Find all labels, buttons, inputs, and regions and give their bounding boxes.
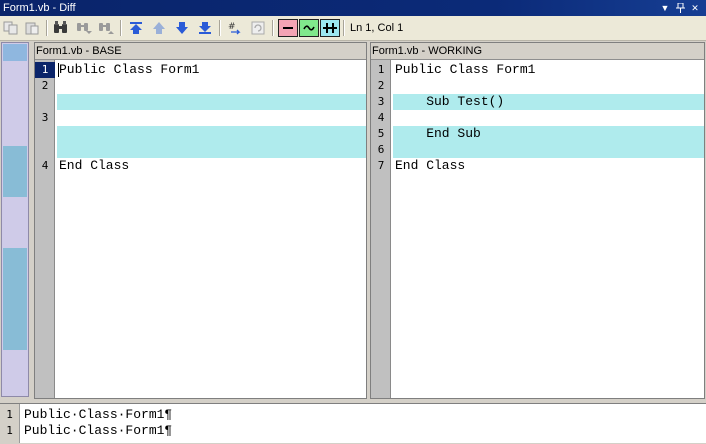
code-line[interactable]: Public Class Form1 [59, 62, 199, 78]
toolbar-separator [120, 20, 122, 36]
show-deleted-icon [283, 27, 293, 29]
code-line[interactable]: Sub Test() [395, 94, 504, 110]
code-line[interactable]: End Class [59, 158, 129, 174]
window-titlebar: Form1.vb - Diff ▼ ✕ [0, 0, 706, 16]
line-number: 7 [377, 159, 385, 172]
window-menu-icon[interactable]: ▼ [658, 0, 672, 16]
line-number: 4 [377, 111, 385, 124]
changed-placeholder-row [57, 94, 366, 110]
find-previous-button[interactable] [96, 19, 116, 37]
last-difference-button[interactable] [195, 19, 215, 37]
refresh-button[interactable] [248, 19, 268, 37]
refresh-icon [251, 21, 265, 35]
show-inserted-icon [323, 23, 337, 33]
find-button[interactable] [51, 19, 71, 37]
code-line[interactable]: End Class [395, 158, 465, 174]
first-difference-button[interactable] [126, 19, 146, 37]
code-row: 1 Public Class Form1 [371, 62, 704, 78]
code-row: 2 [371, 78, 704, 94]
line-number: 2 [377, 79, 385, 92]
show-inserted-button[interactable] [320, 19, 340, 37]
find-next-button[interactable] [74, 19, 94, 37]
code-row: 1 Public Class Form1 [35, 62, 366, 78]
copy-icon [3, 21, 18, 35]
line-number: 1 [377, 63, 385, 76]
next-difference-icon [176, 22, 188, 34]
line-number: 6 [377, 143, 385, 156]
find-next-icon [77, 23, 92, 34]
text-caret [58, 63, 59, 77]
first-difference-icon [130, 22, 142, 34]
close-icon[interactable]: ✕ [688, 0, 702, 16]
code-row: 3 Sub Test() [371, 94, 704, 110]
line-number: 3 [377, 95, 385, 108]
show-changed-button[interactable] [299, 19, 319, 37]
line-number: 1 [35, 62, 55, 78]
line-number: 2 [41, 79, 49, 92]
show-changed-icon [303, 25, 315, 31]
line-number: 5 [377, 127, 385, 140]
diff-overview-bar[interactable] [1, 42, 29, 397]
previous-difference-button[interactable] [149, 19, 169, 37]
line-number: 1 [6, 424, 13, 437]
base-pane[interactable]: Form1.vb - BASE 1 Public Class Form1 2 3… [34, 42, 367, 399]
pin-icon[interactable] [673, 0, 687, 16]
toolbar-separator [343, 20, 345, 36]
goto-line-button[interactable]: # [225, 19, 245, 37]
working-pane[interactable]: Form1.vb - WORKING 1 Public Class Form1 … [370, 42, 705, 399]
line-number: 1 [6, 408, 13, 421]
previous-difference-icon [153, 22, 165, 34]
toolbar-separator [219, 20, 221, 36]
code-row: 4 [371, 110, 704, 126]
overview-viewport [3, 44, 27, 61]
working-pane-title: Form1.vb - WORKING [371, 43, 704, 60]
window-title: Form1.vb - Diff [3, 2, 76, 14]
changed-placeholder-row [57, 126, 366, 142]
line-number: 3 [41, 111, 49, 124]
overview-change-marker [3, 146, 27, 197]
copy-button[interactable] [1, 19, 21, 37]
svg-text:#: # [228, 22, 236, 32]
toolbar-separator [272, 20, 274, 36]
find-icon [54, 21, 67, 33]
show-deleted-button[interactable] [278, 19, 298, 37]
overview-change-marker [3, 248, 27, 350]
toolbar-separator [46, 20, 48, 36]
changed-placeholder-row [57, 142, 366, 158]
paste-button[interactable] [22, 19, 42, 37]
cursor-position-status: Ln 1, Col 1 [350, 22, 404, 34]
compare-line-base[interactable]: Public·Class·Form1¶ [24, 407, 172, 423]
line-compare-pane[interactable]: 1 Public·Class·Form1¶ 1 Public·Class·For… [0, 403, 706, 443]
paste-icon [25, 22, 39, 35]
diff-toolbar: # Ln 1, Col 1 [0, 16, 706, 41]
base-pane-title: Form1.vb - BASE [35, 43, 366, 60]
last-difference-icon [199, 22, 211, 34]
find-previous-icon [99, 23, 114, 34]
code-row: 2 [35, 78, 366, 94]
code-row: 3 [35, 110, 366, 126]
code-row: 5 End Sub [371, 126, 704, 142]
code-row: 4 End Class [35, 158, 366, 174]
code-row: 7 End Class [371, 158, 704, 174]
compare-line-working[interactable]: Public·Class·Form1¶ [24, 423, 172, 439]
next-difference-button[interactable] [172, 19, 192, 37]
line-number: 4 [41, 159, 49, 172]
code-line[interactable]: End Sub [395, 126, 481, 142]
code-row: 6 [371, 142, 704, 158]
goto-line-icon: # [228, 22, 241, 35]
code-line[interactable]: Public Class Form1 [395, 62, 535, 78]
